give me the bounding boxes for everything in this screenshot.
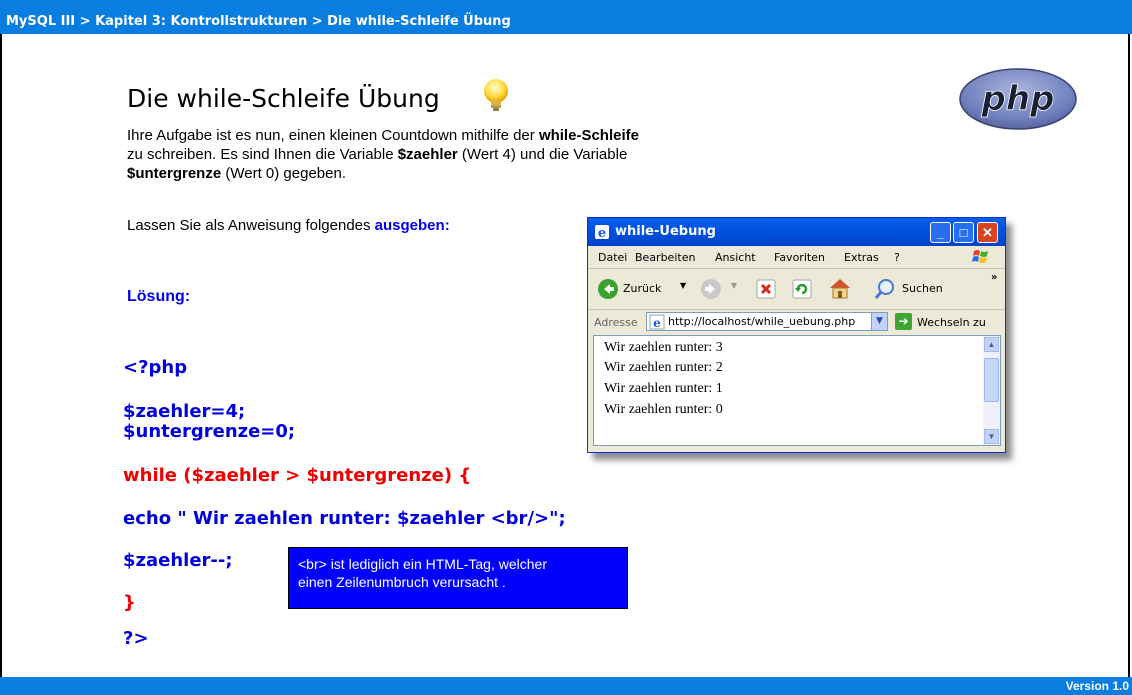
browser-toolbar: Zurück ▼ ▼ Suchen »	[588, 269, 1005, 310]
code-line-4: while ($zaehler > $untergrenze) {	[123, 465, 472, 486]
go-arrow-icon[interactable]: ➔	[895, 313, 912, 330]
forward-dropdown-icon[interactable]: ▼	[731, 281, 737, 290]
go-label[interactable]: Wechseln zu	[917, 316, 986, 329]
refresh-icon[interactable]	[792, 279, 812, 299]
search-icon[interactable]	[874, 278, 896, 300]
code-line-2: $zaehler=4;	[123, 401, 246, 422]
menu-bar: Datei Bearbeiten Ansicht Favoriten Extra…	[588, 246, 1005, 269]
address-dropdown-icon[interactable]: ▼	[871, 313, 887, 330]
minimize-button[interactable]: _	[930, 222, 951, 243]
scroll-up-icon[interactable]: ▲	[984, 337, 999, 352]
stop-icon[interactable]	[756, 279, 776, 299]
instruction-text: Lassen Sie als Anweisung folgendes ausge…	[127, 217, 450, 234]
close-button[interactable]: ✕	[977, 222, 998, 243]
address-url: http://localhost/while_uebung.php	[668, 315, 856, 328]
vertical-scrollbar[interactable]: ▲ ▼	[983, 336, 1000, 445]
output-line-4: Wir zaehlen runter: 0	[604, 402, 723, 417]
search-label[interactable]: Suchen	[902, 282, 943, 295]
code-line-3: $untergrenze=0;	[123, 421, 296, 442]
code-line-1: <?php	[123, 357, 188, 378]
maximize-button[interactable]: □	[953, 222, 974, 243]
code-line-8: ?>	[123, 628, 149, 649]
menu-help[interactable]: ?	[894, 251, 900, 264]
output-line-3: Wir zaehlen runter: 1	[604, 381, 723, 396]
scroll-down-icon[interactable]: ▼	[984, 429, 999, 444]
browser-titlebar[interactable]: e while-Uebung _ □ ✕	[588, 218, 1005, 246]
back-dropdown-icon[interactable]: ▼	[680, 281, 686, 290]
footer-bar: Version 1.0	[0, 677, 1132, 695]
ie-icon: e	[595, 225, 609, 240]
php-logo-text: php	[981, 79, 1055, 119]
breadcrumb: MySQL III > Kapitel 3: Kontrollstrukture…	[6, 14, 511, 29]
address-input[interactable]: e http://localhost/while_uebung.php ▼	[646, 312, 888, 331]
back-label[interactable]: Zurück	[623, 282, 661, 295]
forward-arrow-icon[interactable]	[700, 278, 722, 300]
address-label: Adresse	[594, 316, 638, 329]
version-label: Version 1.0	[1065, 679, 1129, 693]
page-icon: e	[649, 314, 665, 330]
menu-bearbeiten[interactable]: Bearbeiten	[635, 251, 695, 264]
back-arrow-icon[interactable]	[597, 278, 619, 300]
svg-text:e: e	[653, 316, 661, 330]
svg-text:e: e	[598, 226, 606, 240]
tooltip-note: <br> ist lediglich ein HTML-Tag, welcher…	[288, 547, 628, 609]
output-line-2: Wir zaehlen runter: 2	[604, 360, 723, 375]
home-icon[interactable]	[828, 277, 852, 299]
code-line-7: }	[123, 592, 136, 613]
browser-content: Wir zaehlen runter: 3 Wir zaehlen runter…	[593, 335, 1001, 446]
browser-window: e while-Uebung _ □ ✕ Datei Bearbeiten An…	[587, 217, 1006, 453]
solution-label: Lösung:	[127, 288, 191, 305]
code-line-5: echo " Wir zaehlen runter: $zaehler <br/…	[123, 508, 566, 529]
menu-favoriten[interactable]: Favoriten	[774, 251, 825, 264]
menu-ansicht[interactable]: Ansicht	[715, 251, 756, 264]
address-bar: Adresse e http://localhost/while_uebung.…	[588, 310, 1005, 334]
scroll-thumb[interactable]	[984, 358, 999, 402]
intro-text: Ihre Aufgabe ist es nun, einen kleinen C…	[127, 127, 639, 182]
menu-datei[interactable]: Datei	[598, 251, 627, 264]
output-line-1: Wir zaehlen runter: 3	[604, 340, 723, 355]
lightbulb-icon	[484, 79, 508, 111]
toolbar-overflow-icon[interactable]: »	[991, 272, 997, 283]
header-bar: MySQL III > Kapitel 3: Kontrollstrukture…	[0, 0, 1132, 34]
php-logo: php	[959, 68, 1077, 130]
slide-title: Die while-Schleife Übung	[127, 84, 440, 113]
browser-title: while-Uebung	[615, 224, 716, 239]
windows-logo-icon	[972, 250, 988, 263]
menu-extras[interactable]: Extras	[844, 251, 879, 264]
code-line-6: $zaehler--;	[123, 550, 233, 571]
